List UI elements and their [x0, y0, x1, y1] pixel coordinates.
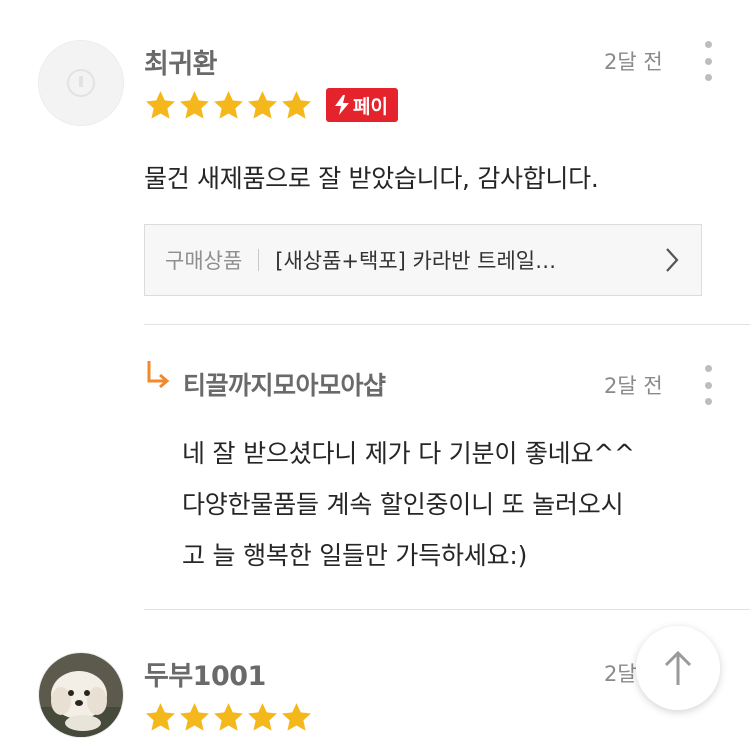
reply-text: 네 잘 받으셨다니 제가 다 기분이 좋네요^^ 다양한물품들 계속 할인중이니…: [182, 428, 635, 581]
dog-avatar-image: [39, 653, 123, 737]
review-author: 두부1001: [144, 661, 266, 692]
avatar[interactable]: [38, 652, 124, 738]
product-divider: [258, 249, 260, 271]
reply-line: 네 잘 받으셨다니 제가 다 기분이 좋네요^^: [182, 439, 635, 468]
review-date: 2달: [604, 662, 637, 686]
divider: [144, 324, 750, 325]
review-date: 2달 전: [604, 50, 663, 74]
star-rating: [144, 701, 313, 734]
reply-arrow-icon: [147, 361, 170, 388]
star-icon: [248, 91, 277, 119]
lightning-icon: [335, 95, 349, 115]
review-text: 물건 새제품으로 잘 받았습니다, 감사합니다.: [144, 164, 599, 193]
reply-author: 티끌까지모아모아샵: [183, 371, 386, 400]
star-icon: [214, 703, 243, 731]
pay-badge: 페이: [326, 88, 398, 122]
purchased-product-link[interactable]: 구매상품 [새상품+택포] 카라반 트레일…: [144, 224, 702, 296]
review-author: 최귀환: [144, 49, 218, 80]
star-icon: [146, 703, 175, 731]
reply-line: 고 늘 행복한 일들만 가득하세요:): [182, 541, 528, 570]
star-icon: [180, 703, 209, 731]
star-icon: [214, 91, 243, 119]
avatar[interactable]: [38, 40, 124, 126]
more-menu-icon[interactable]: [700, 41, 716, 81]
star-icon: [146, 91, 175, 119]
chevron-right-icon: [666, 248, 679, 272]
star-rating: [144, 89, 313, 122]
reply-more-menu-icon[interactable]: [700, 365, 716, 405]
divider: [144, 609, 750, 610]
arrow-up-icon: [664, 650, 692, 685]
review-item: 최귀환 2달 전 페이 물건 새제품으로 잘 받았습니다, 감사합니다. 구매상…: [0, 0, 750, 325]
scroll-to-top-button[interactable]: [636, 626, 720, 710]
reply-line: 다양한물품들 계속 할인중이니 또 놀러오시: [182, 490, 624, 519]
star-icon: [180, 91, 209, 119]
star-icon: [282, 703, 311, 731]
product-label: 구매상품: [165, 249, 243, 273]
reply-date: 2달 전: [604, 374, 663, 398]
pay-badge-label: 페이: [353, 95, 388, 118]
product-name: [새상품+택포] 카라반 트레일…: [275, 249, 557, 273]
star-icon: [282, 91, 311, 119]
star-icon: [248, 703, 277, 731]
default-avatar-icon: [39, 41, 123, 125]
